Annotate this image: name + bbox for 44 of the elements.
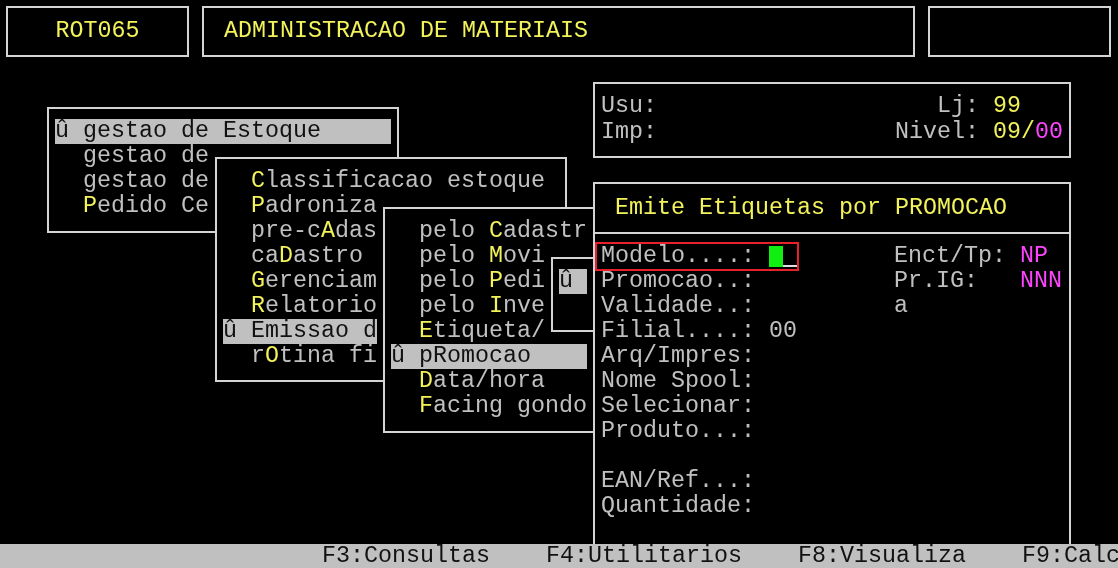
- menu-item[interactable]: Gerenciam: [223, 269, 377, 294]
- menu-item[interactable]: û gestao de Estoque: [55, 119, 391, 144]
- store-value: 99: [993, 93, 1021, 119]
- function-key[interactable]: F9:Calc: [1022, 544, 1118, 568]
- input-field[interactable]: [769, 244, 797, 269]
- store-label: Lj:: [936, 94, 980, 120]
- program-code: ROT065: [55, 19, 140, 44]
- menu-item[interactable]: Relatorio: [223, 294, 377, 319]
- field-label: Promocao..:: [601, 269, 756, 294]
- field-label: EAN/Ref...:: [601, 469, 756, 494]
- field-label: Selecionar:: [601, 394, 756, 419]
- field-label: Modelo....:: [601, 244, 756, 269]
- menu-item[interactable]: Padroniza: [223, 194, 377, 219]
- field-label: Nome Spool:: [601, 369, 756, 394]
- level-value: 09/00: [993, 120, 1063, 146]
- menu-item[interactable]: Facing gondo: [391, 394, 587, 419]
- user-label: Usu:: [601, 94, 658, 120]
- menu-item[interactable]: Classificacao estoque: [223, 169, 545, 194]
- field-label: Validade..:: [601, 294, 756, 319]
- field-label: Produto...:: [601, 419, 756, 444]
- level-label: Nivel:: [895, 120, 980, 146]
- menu-item[interactable]: pelo Cadastr: [391, 219, 587, 244]
- field-label: Filial....:: [601, 319, 756, 344]
- field-label: Enct/Tp:: [893, 244, 1007, 269]
- form-title: Emite Etiquetas por PROMOCAO: [595, 184, 1069, 234]
- field-label: Arq/Impres:: [601, 344, 756, 369]
- menu-item[interactable]: û Emissao d: [223, 319, 377, 344]
- screen-title: ADMINISTRACAO DE MATERIAIS: [224, 19, 588, 44]
- function-key[interactable]: F8:Visualiza: [798, 544, 966, 568]
- field-label: Pr.IG:: [893, 269, 979, 294]
- field-value: NNN: [1019, 269, 1062, 294]
- field-label: a: [893, 294, 909, 319]
- menu-item[interactable]: Data/hora: [391, 369, 587, 394]
- field-label: Quantidade:: [601, 494, 756, 519]
- function-key[interactable]: F3:Consultas: [322, 544, 490, 568]
- field-value: NP: [1019, 244, 1048, 269]
- printer-label: Imp:: [601, 120, 658, 146]
- menu-item[interactable]: rOtina fi: [223, 344, 377, 369]
- menu-item[interactable]: caDastro: [223, 244, 377, 269]
- menu-item[interactable]: û: [559, 269, 587, 294]
- menu-item[interactable]: pre-cAdas: [223, 219, 377, 244]
- function-key[interactable]: F4:Utilitarios: [546, 544, 742, 568]
- field-value: 00: [769, 319, 797, 344]
- menu-item[interactable]: û pRomocao: [391, 344, 587, 369]
